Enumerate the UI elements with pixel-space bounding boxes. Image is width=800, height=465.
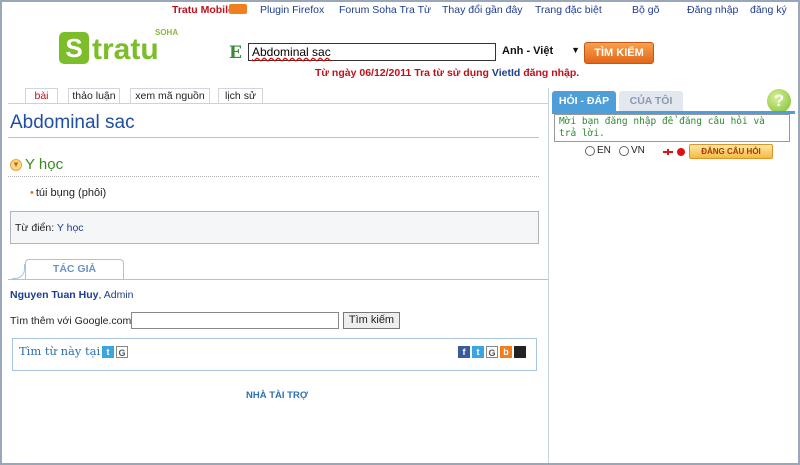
dictionary-e-icon: E [229, 43, 242, 63]
qa-controls: EN VN ĐĂNG CÂU HỎI [585, 144, 795, 160]
facebook-icon[interactable]: f [458, 346, 470, 358]
logo-wordmark: tratu [92, 33, 159, 66]
admin-link[interactable]: Admin [104, 289, 134, 301]
dictionary-category-box: Từ điển: Y học [10, 211, 539, 244]
collapse-arrow-icon[interactable]: ▼ [10, 159, 22, 172]
search-button[interactable]: TÌM KIẾM [584, 42, 654, 64]
google-search-label: Tìm thêm với Google.com : [10, 315, 138, 327]
google-share-icon[interactable]: G [486, 346, 498, 358]
tabs-divider [8, 103, 548, 104]
meaning-item: • túi bụng (phôi) [30, 187, 106, 199]
section-heading[interactable]: ▼ Y học [10, 156, 63, 173]
search-input[interactable]: Abdominal sac [248, 43, 496, 61]
radio-vn-label: VN [631, 145, 645, 156]
special-pages-link[interactable]: Trang đặc biệt [535, 4, 602, 16]
tab-article[interactable]: bài [25, 88, 58, 103]
tratu-mobile-link[interactable]: Tratu Mobile [172, 4, 234, 16]
typing-tool-link[interactable]: Bộ gõ [632, 4, 659, 16]
site-logo[interactable]: S SOHA tratu [59, 28, 179, 68]
question-textarea[interactable]: Mời bạn đăng nhập để đăng câu hỏi và trả… [554, 114, 790, 142]
tab-mine[interactable]: CỦA TÔI [619, 91, 683, 111]
ask-question-button[interactable]: ĐĂNG CÂU HỎI [689, 144, 773, 159]
author-divider [8, 279, 548, 280]
tab-history[interactable]: lịch sử [218, 88, 263, 103]
forum-link[interactable]: Forum Soha Tra Từ [339, 4, 431, 16]
radio-en-label: EN [597, 145, 611, 156]
dictionary-category: Từ điển: Y học [15, 222, 84, 234]
question-placeholder: Mời bạn đăng nhập để đăng câu hỏi và trả… [559, 116, 765, 139]
tab-view-source[interactable]: xem mã nguồn [130, 88, 210, 103]
tab-authors[interactable]: TÁC GIẢ [25, 259, 124, 279]
author-separator: , [98, 289, 102, 301]
plugin-firefox-link[interactable]: Plugin Firefox [260, 4, 324, 16]
tab-discussion[interactable]: thảo luận [68, 88, 120, 103]
radio-en[interactable] [585, 146, 595, 156]
section-heading-label: Y học [25, 156, 64, 173]
twitter-share-icon[interactable]: t [472, 346, 484, 358]
twitter-icon[interactable]: t [102, 346, 114, 358]
mobile-badge-icon [229, 4, 247, 14]
vietnam-flag-icon [677, 148, 685, 156]
tab-qa[interactable]: HỎI - ĐÁP [552, 91, 616, 111]
help-icon[interactable]: ? [767, 89, 791, 113]
title-divider [8, 137, 539, 138]
register-link[interactable]: đăng ký [750, 4, 787, 16]
google-icon[interactable]: G [116, 346, 128, 358]
author-list: Nguyen Tuan Huy, Admin [10, 289, 134, 301]
bullet-icon: • [30, 187, 34, 199]
notice-suffix: đăng nhập. [523, 67, 580, 79]
sponsor-heading: NHÀ TÀI TRỢ [246, 390, 308, 401]
vietid-link[interactable]: VietId [492, 67, 520, 79]
share-label: Tìm từ này tại : [19, 344, 108, 358]
dictionary-category-link[interactable]: Y học [57, 222, 84, 234]
notice-prefix: Từ ngày 06/12/2011 Tra từ sử dụng [315, 67, 489, 79]
dictionary-label: Từ điển: [15, 222, 55, 234]
google-search-input[interactable] [131, 312, 339, 329]
blogger-icon[interactable]: b [500, 346, 512, 358]
england-flag-icon [663, 149, 673, 155]
author-tab-corner [12, 264, 25, 279]
qa-panel: HỎI - ĐÁP CỦA TÔI ? Mời bạn đăng nhập để… [548, 88, 795, 465]
share-box: Tìm từ này tại : t G f t G b [12, 338, 537, 371]
top-nav: Tratu Mobile Plugin Firefox Forum Soha T… [0, 4, 800, 18]
search-input-value: Abdominal sac [252, 45, 331, 59]
logo-s-mark: S [59, 32, 89, 64]
page-title: Abdominal sac [10, 112, 135, 133]
radio-vn[interactable] [619, 146, 629, 156]
delicious-icon[interactable] [514, 346, 526, 358]
language-select-value: Anh - Việt [502, 45, 554, 57]
meaning-text: túi bụng (phôi) [35, 187, 107, 199]
login-link[interactable]: Đăng nhập [687, 4, 738, 16]
section-divider [8, 176, 539, 177]
recent-changes-link[interactable]: Thay đổi gần đây [442, 4, 523, 16]
google-search-button[interactable]: Tìm kiếm [343, 312, 400, 329]
author-link[interactable]: Nguyen Tuan Huy [10, 289, 98, 301]
language-select[interactable]: Anh - Việt ▼ [498, 43, 582, 61]
chevron-down-icon: ▼ [571, 45, 580, 55]
login-notice: Từ ngày 06/12/2011 Tra từ sử dụng VietId… [315, 67, 579, 79]
